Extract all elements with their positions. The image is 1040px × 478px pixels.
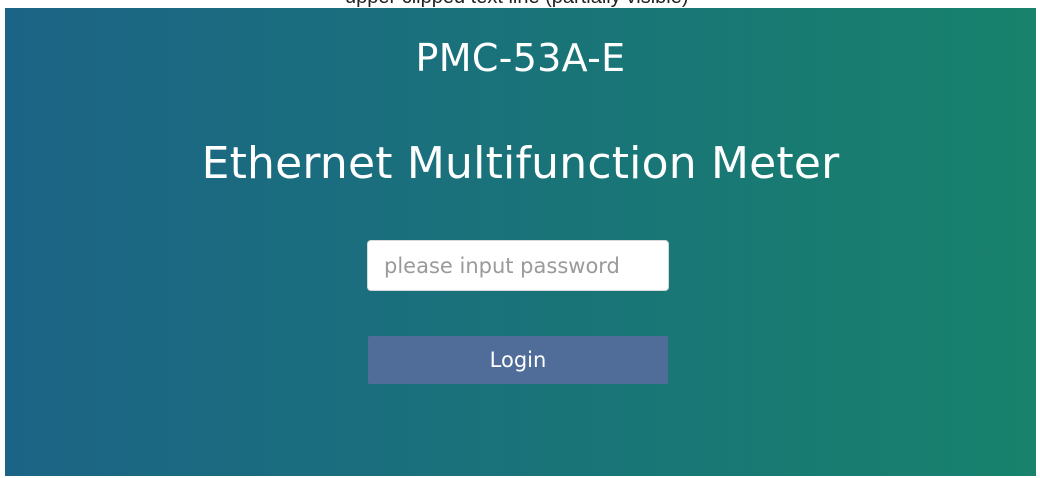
login-button[interactable]: Login [368, 336, 668, 384]
login-panel: PMC-53A-E Ethernet Multifunction Meter L… [5, 8, 1036, 476]
password-input[interactable] [367, 240, 669, 291]
clipped-top-strip: upper clipped text line (partially visib… [0, 0, 1040, 8]
clipped-text-line: upper clipped text line (partially visib… [345, 0, 689, 8]
product-code-title: PMC-53A-E [415, 36, 626, 80]
product-name-heading: Ethernet Multifunction Meter [201, 138, 840, 189]
